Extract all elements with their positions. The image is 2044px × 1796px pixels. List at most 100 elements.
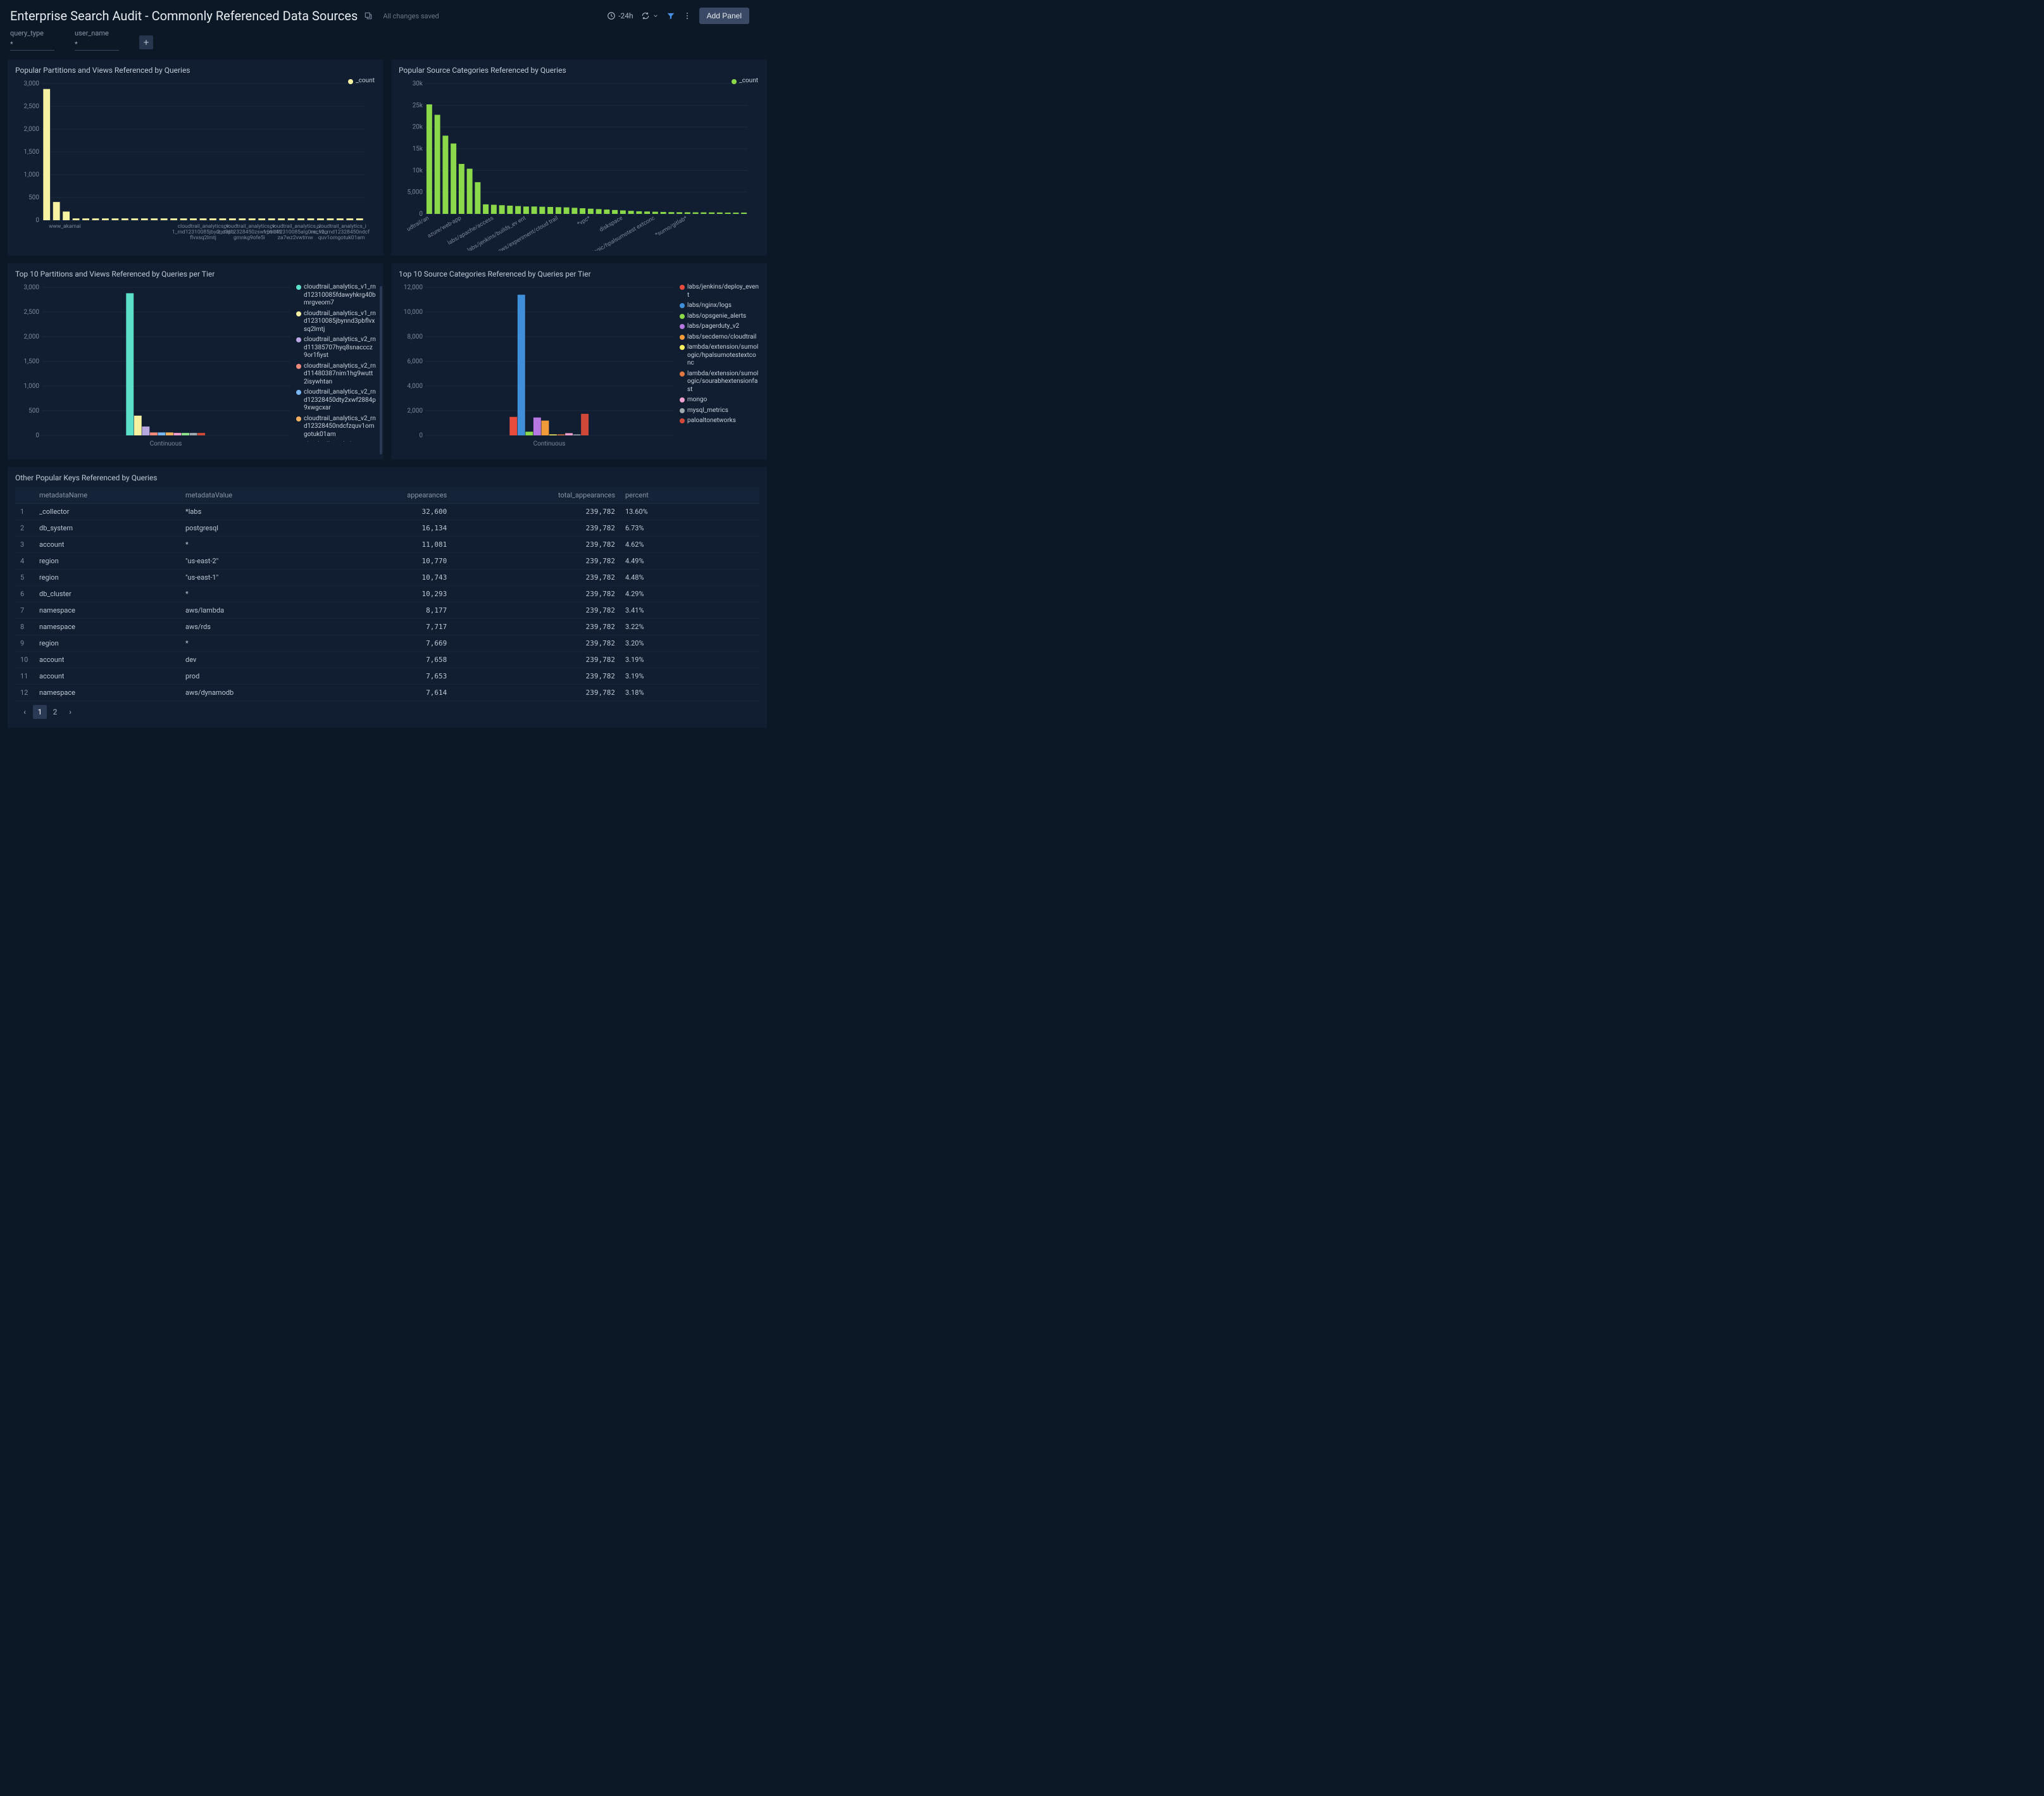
table-row[interactable]: 12namespaceaws/dynamodb7,614239,7823.18%	[15, 685, 759, 701]
clock-icon	[607, 11, 616, 20]
legend-item[interactable]: lambda/extension/sumologic/sourabhextens…	[680, 370, 759, 394]
legend-dot	[680, 314, 685, 319]
svg-text:20k: 20k	[413, 124, 423, 131]
svg-text:2,500: 2,500	[24, 309, 40, 316]
svg-text:8,000: 8,000	[408, 334, 423, 340]
legend-label: _count	[356, 77, 375, 84]
bar-chart-source-categories-tier: 02,0004,0006,0008,00010,00012,000Continu…	[399, 284, 677, 454]
table-row[interactable]: 11accountprod7,653239,7823.19%	[15, 668, 759, 685]
svg-text:labs/jenkins/builds_ev ent: labs/jenkins/builds_ev ent	[466, 215, 527, 251]
legend-item[interactable]: paloaltonetworks	[680, 417, 759, 425]
legend-dot	[680, 345, 685, 350]
legend-item[interactable]: cloudtrail_analytics_v2_rnd11385707hyq8s…	[296, 336, 376, 360]
share-icon[interactable]	[364, 11, 373, 20]
legend-item[interactable]: mongo	[680, 396, 759, 404]
legend-dot	[680, 371, 685, 377]
svg-text:10k: 10k	[413, 167, 423, 174]
svg-text:1,500: 1,500	[24, 358, 40, 365]
add-panel-button[interactable]: Add Panel	[699, 8, 749, 24]
legend-item[interactable]: cloudtrail_analytics_	[296, 441, 376, 442]
table-row[interactable]: 1_collector*labs32,600239,78213.60%	[15, 504, 759, 520]
legend-dot	[680, 303, 685, 308]
svg-text:0: 0	[35, 217, 39, 224]
legend-dot	[680, 408, 685, 413]
refresh-button[interactable]	[641, 11, 659, 20]
legend-label: labs/pagerduty_v2	[687, 323, 739, 331]
legend-item[interactable]: lambda/extension/sumologic/hpalsumoteste…	[680, 344, 759, 368]
legend-dot	[296, 416, 301, 421]
legend-item[interactable]: cloudtrail_analytics_v2_rnd12328450dty2x…	[296, 389, 376, 413]
table-row[interactable]: 10accountdev7,658239,7823.19%	[15, 652, 759, 668]
col-appearances[interactable]: appearances	[327, 487, 452, 504]
legend-item[interactable]: mysql_metrics	[680, 407, 759, 415]
legend-label: paloaltonetworks	[687, 417, 736, 425]
legend-item[interactable]: labs/opsgenie_alerts	[680, 313, 759, 321]
panel-top10-partitions-per-tier: Top 10 Partitions and Views Referenced b…	[8, 263, 383, 459]
legend-item[interactable]: cloudtrail_analytics_v2_rnd11480387nim1h…	[296, 363, 376, 387]
panel-title: Popular Partitions and Views Referenced …	[15, 66, 376, 75]
legend-label: cloudtrail_analytics_v2_rnd11385707hyq8s…	[304, 336, 376, 360]
legend-dot	[296, 364, 301, 369]
legend-item[interactable]: cloudtrail_analytics_v2_rnd12328450ndcfz…	[296, 415, 376, 439]
svg-text:za7wz2vwtmw: za7wz2vwtmw	[278, 235, 314, 241]
filter-icon[interactable]	[666, 11, 675, 20]
table-row[interactable]: 3account*11,081239,7824.62%	[15, 537, 759, 553]
scrollbar[interactable]	[380, 286, 382, 454]
panel-title: Popular Source Categories Referenced by …	[399, 66, 759, 75]
pager-page-1[interactable]: 1	[33, 705, 47, 719]
bar-chart-source-categories: 05,00010k15k20k25k30kudtrail/anazure/web…	[399, 80, 753, 251]
time-range-picker[interactable]: -24h	[607, 11, 633, 20]
svg-text:www_akamai: www_akamai	[49, 223, 81, 230]
table-row[interactable]: 9region*7,669239,7823.20%	[15, 635, 759, 652]
table-row[interactable]: 5region"us-east-1"10,743239,7824.48%	[15, 570, 759, 586]
table-row[interactable]: 2db_systempostgresql16,134239,7826.73%	[15, 520, 759, 537]
legend-label: cloudtrail_analytics_v1_rnd12310085fdawy…	[304, 284, 376, 308]
legend-label: cloudtrail_analytics_	[304, 441, 361, 442]
svg-text:0: 0	[419, 211, 423, 218]
legend-dot	[296, 390, 301, 395]
table-row[interactable]: 8namespaceaws/rds7,717239,7823.22%	[15, 619, 759, 635]
panel-title: Other Popular Keys Referenced by Queries	[15, 473, 759, 482]
svg-text:2,000: 2,000	[24, 334, 40, 340]
legend-label: lambda/extension/sumologic/hpalsumoteste…	[687, 344, 759, 368]
more-menu-icon[interactable]	[683, 11, 692, 20]
pager-prev[interactable]: ‹	[18, 705, 32, 719]
legend-item[interactable]: labs/pagerduty_v2	[680, 323, 759, 331]
svg-text:*vpc*: *vpc*	[576, 215, 592, 228]
legend-item[interactable]: labs/jenkins/deploy_event	[680, 284, 759, 299]
legend-item[interactable]: cloudtrail_analytics_v1_rnd12310085jbynn…	[296, 310, 376, 334]
table-row[interactable]: 6db_cluster*10,293239,7824.29%	[15, 586, 759, 602]
dashboard-header: Enterprise Search Audit - Commonly Refer…	[0, 0, 759, 27]
add-filter-button[interactable]: +	[139, 35, 153, 49]
legend-item[interactable]: labs/nginx/logs	[680, 302, 759, 310]
col-metadataValue[interactable]: metadataValue	[180, 487, 327, 504]
table-row[interactable]: 7namespaceaws/lambda8,177239,7823.41%	[15, 602, 759, 619]
filter-input[interactable]	[10, 39, 54, 51]
legend-label: mongo	[687, 396, 707, 404]
legend-item[interactable]: labs/secdemo/cloudtrail	[680, 334, 759, 342]
bar-chart-partitions: 05001,0001,5002,0002,5003,000www_akamaic…	[15, 80, 370, 251]
svg-text:3,000: 3,000	[24, 284, 40, 291]
filter-user-name[interactable]: user_name	[75, 29, 119, 51]
col-total-appearances[interactable]: total_appearances	[452, 487, 620, 504]
pager-page-2[interactable]: 2	[48, 705, 62, 719]
legend-label: cloudtrail_analytics_v2_rnd11480387nim1h…	[304, 363, 376, 387]
col-percent[interactable]: percent	[620, 487, 759, 504]
filter-label: user_name	[75, 29, 119, 37]
legend-item[interactable]: cloudtrail_analytics_v1_rnd12310085fdawy…	[296, 284, 376, 308]
col-metadataName[interactable]: metadataName	[34, 487, 180, 504]
svg-text:flvxsq2lmtj: flvxsq2lmtj	[190, 235, 216, 241]
legend-label: labs/secdemo/cloudtrail	[687, 334, 756, 342]
svg-text:udtrail/an: udtrail/an	[406, 215, 430, 233]
saved-status: All changes saved	[383, 12, 439, 20]
filter-query-type[interactable]: query_type	[10, 29, 54, 51]
pager: ‹ 1 2 ›	[15, 701, 759, 723]
refresh-icon	[641, 11, 650, 20]
svg-text:15k: 15k	[413, 146, 423, 153]
table-row[interactable]: 4region"us-east-2"10,770239,7824.49%	[15, 553, 759, 570]
legend-dot	[732, 79, 737, 84]
svg-text:30k: 30k	[413, 80, 423, 87]
pager-next[interactable]: ›	[63, 705, 77, 719]
filter-label: query_type	[10, 29, 54, 37]
filter-input[interactable]	[75, 39, 119, 51]
